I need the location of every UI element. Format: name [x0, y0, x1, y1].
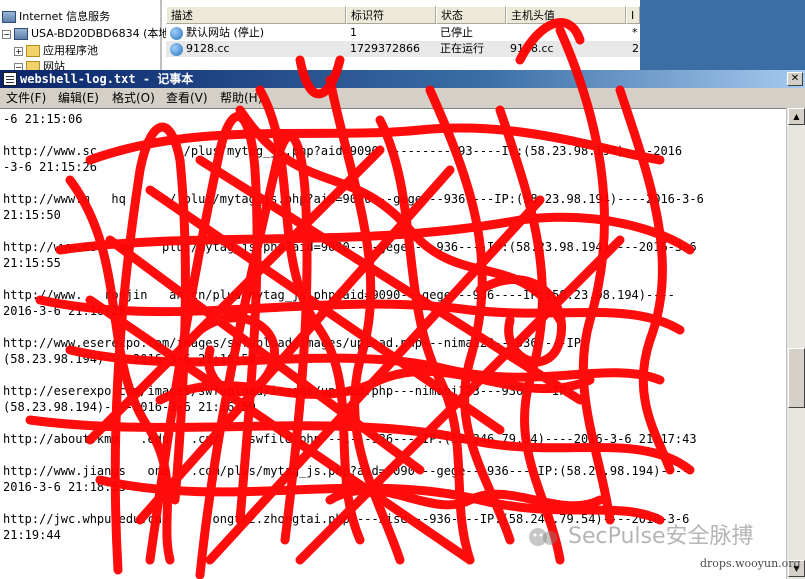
collapse-icon[interactable]: −	[2, 29, 11, 39]
log-line: 2016-3-6 21:18:53	[3, 480, 126, 494]
tree-item-app-pools[interactable]: + 应用程序池	[14, 42, 98, 59]
arrow-up-icon: ▲	[793, 112, 800, 121]
log-line: http://www.sc /plus/mytag_js.php?aid=909…	[3, 144, 683, 158]
window-title: webshell-log.txt - 记事本	[20, 72, 194, 86]
menu-file[interactable]: 文件(F)	[6, 90, 46, 106]
notepad-icon[interactable]	[3, 72, 17, 86]
menu-bar: 文件(F) 编辑(E) 格式(O) 查看(V) 帮助(H)	[0, 88, 805, 108]
site-ip: 2	[632, 42, 639, 55]
iis-site-list[interactable]: 描述 标识符 状态 主机头值 I 默认网站 (停止) 1 已停止 * 9128.…	[166, 0, 640, 72]
menu-format[interactable]: 格式(O)	[112, 90, 155, 106]
log-line: http://eserexpo.com/images/swfupload/ima…	[3, 384, 574, 398]
site-host: 9128.cc	[510, 42, 554, 55]
log-line: -3-6 21:15:26	[3, 160, 97, 174]
iis-icon	[2, 11, 16, 23]
column-header-status[interactable]: 状态	[436, 6, 506, 24]
table-row[interactable]: 默认网站 (停止)	[170, 25, 264, 41]
log-text: -6 21:15:06 http://www.sc /plus/mytag_js.…	[3, 111, 783, 543]
scroll-up-button[interactable]: ▲	[788, 108, 805, 125]
log-line: (58.23.98.194)----2016-3-6 21:16:50	[3, 352, 256, 366]
table-row[interactable]: 9128.cc	[170, 41, 230, 57]
column-header-description[interactable]: 描述	[166, 6, 346, 24]
notepad-window: webshell-log.txt - 记事本 ✕ 文件(F) 编辑(E) 格式(…	[0, 70, 805, 579]
log-line: 21:15:55	[3, 256, 61, 270]
tree-item-label: Internet 信息服务	[19, 10, 111, 23]
site-status: 已停止	[440, 26, 473, 39]
text-editor-area[interactable]: -6 21:15:06 http://www.sc /plus/mytag_js.…	[0, 108, 786, 579]
log-line: http://www.jiangs one .com/plus/mytag_js…	[3, 464, 690, 478]
column-header-identifier[interactable]: 标识符	[346, 6, 436, 24]
log-line: (58.23.98.194)----2016-3-6 21:16:59	[3, 400, 256, 414]
scroll-thumb[interactable]	[788, 348, 805, 408]
title-bar[interactable]: webshell-log.txt - 记事本 ✕	[0, 70, 805, 88]
log-line: http://www.m hq s/ plus/mytag_js.php?aid…	[3, 192, 704, 206]
column-header-host[interactable]: 主机头值	[506, 6, 626, 24]
close-icon: ✕	[790, 73, 800, 84]
menu-help[interactable]: 帮助(H)	[220, 90, 262, 106]
site-description: 默认网站 (停止)	[186, 26, 265, 39]
site-identifier: 1	[350, 26, 357, 39]
expand-icon[interactable]: +	[14, 46, 23, 56]
log-line: http://about.kmg .edu .cn/ swfile.php---…	[3, 432, 697, 446]
tree-item-label: 应用程序池	[43, 44, 98, 57]
watermark-site: drops.wooyun.org	[700, 557, 801, 570]
log-line: http://www. ronjin an.cn/plus/mytag_js.p…	[3, 288, 675, 302]
folder-icon	[26, 45, 40, 57]
site-description: 9128.cc	[186, 42, 230, 55]
tree-item-local-computer[interactable]: − USA-BD20DBD6834 (本地)	[2, 25, 174, 42]
desktop: Internet 信息服务 − USA-BD20DBD6834 (本地) + 应用程…	[0, 0, 805, 579]
tree-item-iis-root[interactable]: Internet 信息服务	[2, 8, 110, 25]
vertical-scrollbar[interactable]: ▲ ▼	[786, 108, 805, 579]
menu-edit[interactable]: 编辑(E)	[58, 90, 99, 106]
site-identifier: 1729372866	[350, 42, 420, 55]
computer-icon	[14, 28, 28, 40]
website-stopped-icon	[170, 26, 183, 40]
website-running-icon	[170, 42, 183, 56]
log-line: http://www.cs ow plus/mytag_js.php?aid=9…	[3, 240, 697, 254]
log-line: 2016-3-6 21:16:28	[3, 304, 126, 318]
tree-item-label: USA-BD20DBD6834 (本地)	[31, 27, 174, 40]
iis-tree-pane[interactable]: Internet 信息服务 − USA-BD20DBD6834 (本地) + 应用程…	[0, 0, 174, 73]
site-status: 正在运行	[440, 42, 484, 55]
column-header-ip[interactable]: I	[626, 6, 640, 24]
secpulse-logo-icon	[529, 528, 557, 546]
menu-view[interactable]: 查看(V)	[166, 90, 208, 106]
iis-manager-window: Internet 信息服务 − USA-BD20DBD6834 (本地) + 应用程…	[0, 0, 640, 73]
watermark-brand: SecPulse安全脉搏	[568, 524, 754, 549]
log-line: -6 21:15:06	[3, 112, 83, 126]
log-line: 21:15:50	[3, 208, 61, 222]
close-button[interactable]: ✕	[787, 72, 803, 86]
log-line: http://www.eserexpo.com/images/swfupload…	[3, 336, 589, 350]
site-ip: *	[632, 26, 638, 39]
